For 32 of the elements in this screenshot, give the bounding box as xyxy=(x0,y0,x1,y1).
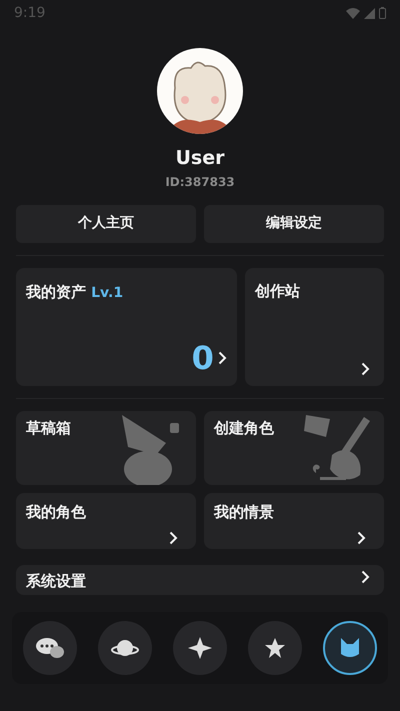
menu-tile[interactable]: 创建角色 xyxy=(204,410,384,484)
tile-title: 草稿箱 xyxy=(26,418,71,438)
signal-icon xyxy=(364,8,375,18)
settings-row[interactable]: 系统设置 xyxy=(16,564,384,594)
status-time: 9:19 xyxy=(14,4,46,22)
chevron-icon xyxy=(169,530,178,544)
chevron-icon xyxy=(361,570,370,584)
user-name: User xyxy=(176,146,224,171)
studio-title: 创作站 xyxy=(254,280,301,302)
tile-title: 我的情景 xyxy=(214,502,275,522)
wifi-icon xyxy=(346,8,360,18)
menu-tile[interactable]: 我的角色 xyxy=(16,492,196,548)
profile-button[interactable]: 编辑设定 xyxy=(204,204,384,242)
assets-title: 我的资产 xyxy=(26,282,86,300)
studio-card[interactable]: 创作站 xyxy=(244,268,384,386)
profile-button[interactable]: 个人主页 xyxy=(16,204,196,242)
chevron-icon xyxy=(357,530,366,544)
settings-title: 系统设置 xyxy=(26,570,86,592)
tile-title: 创建角色 xyxy=(214,418,274,438)
chevron-icon xyxy=(218,350,227,364)
assets-value: 0 xyxy=(192,342,214,374)
chat-bubbles-icon xyxy=(34,636,65,660)
user-id: ID:387833 xyxy=(165,174,235,190)
menu-tile[interactable]: 草稿箱 xyxy=(16,410,196,484)
menu-tile[interactable]: 我的情景 xyxy=(204,492,384,548)
battery-icon xyxy=(379,7,386,19)
sparkle-icon xyxy=(186,636,213,660)
chevron-icon xyxy=(361,362,370,376)
assets-card[interactable]: 我的资产 Lv.1 0 xyxy=(16,268,237,386)
star-icon xyxy=(263,636,288,660)
level-label: Lv.1 xyxy=(91,284,124,300)
tile-title: 我的角色 xyxy=(26,502,87,522)
